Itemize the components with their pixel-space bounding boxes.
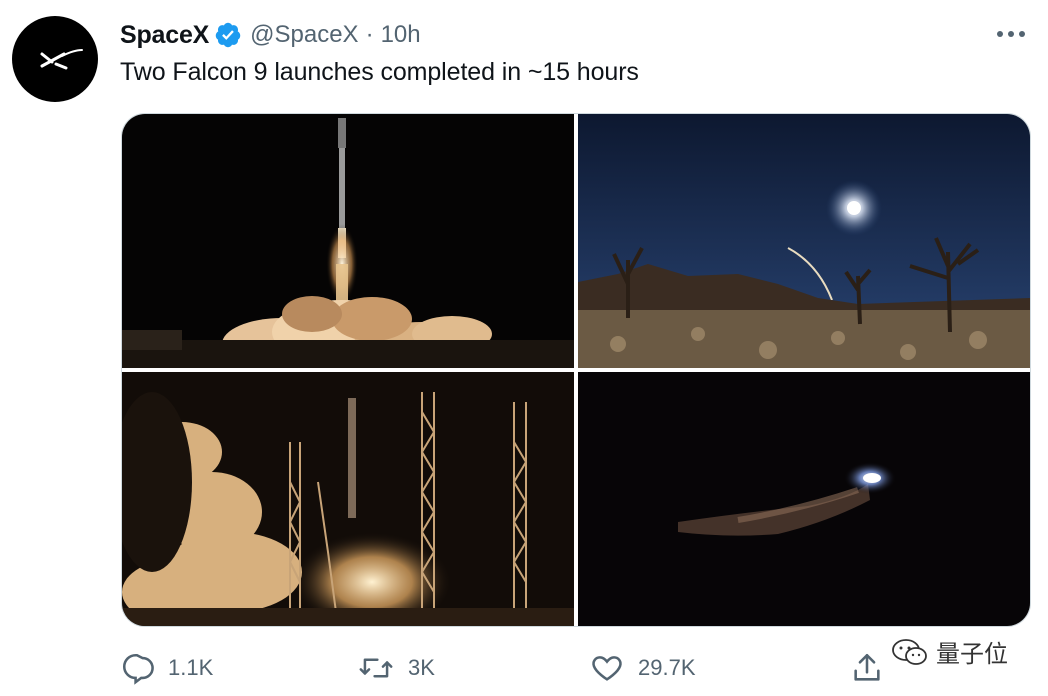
heart-icon <box>592 656 622 681</box>
like-button[interactable]: 29.7K <box>590 648 696 688</box>
media-grid <box>121 113 1031 627</box>
reply-icon <box>123 653 154 685</box>
photo-launch-towers[interactable] <box>122 372 574 626</box>
retweet-count: 3K <box>408 655 435 680</box>
watermark-text: 量子位 <box>936 640 1008 668</box>
like-count: 29.7K <box>638 655 696 680</box>
wechat-logo-icon <box>892 638 927 665</box>
more-dots-icon <box>997 31 1025 37</box>
retweet-button[interactable]: 3K <box>358 648 435 688</box>
handle[interactable]: @SpaceX <box>250 21 358 49</box>
separator-dot: · <box>365 21 374 48</box>
avatar[interactable] <box>12 16 98 102</box>
timestamp[interactable]: 10h <box>381 21 421 49</box>
verified-badge-icon <box>214 21 242 49</box>
retweet-icon <box>359 658 393 678</box>
action-bar: 1.1K 3K 29.7K <box>120 648 1020 688</box>
photo-desert-night[interactable] <box>578 114 1030 368</box>
tweet-header: SpaceX @SpaceX · 10h <box>120 18 421 52</box>
reply-count: 1.1K <box>168 655 214 680</box>
more-options-button[interactable] <box>994 22 1028 46</box>
share-button[interactable] <box>850 648 884 688</box>
photo-rocket-liftoff[interactable] <box>122 114 574 368</box>
tweet-text: Two Falcon 9 launches completed in ~15 h… <box>120 58 639 86</box>
watermark: 量子位 <box>890 634 1008 669</box>
share-icon <box>854 653 880 681</box>
photo-rocket-in-flight[interactable] <box>578 372 1030 626</box>
reply-button[interactable]: 1.1K <box>120 648 213 688</box>
display-name[interactable]: SpaceX <box>120 21 209 50</box>
spacex-logo-icon <box>40 49 83 70</box>
